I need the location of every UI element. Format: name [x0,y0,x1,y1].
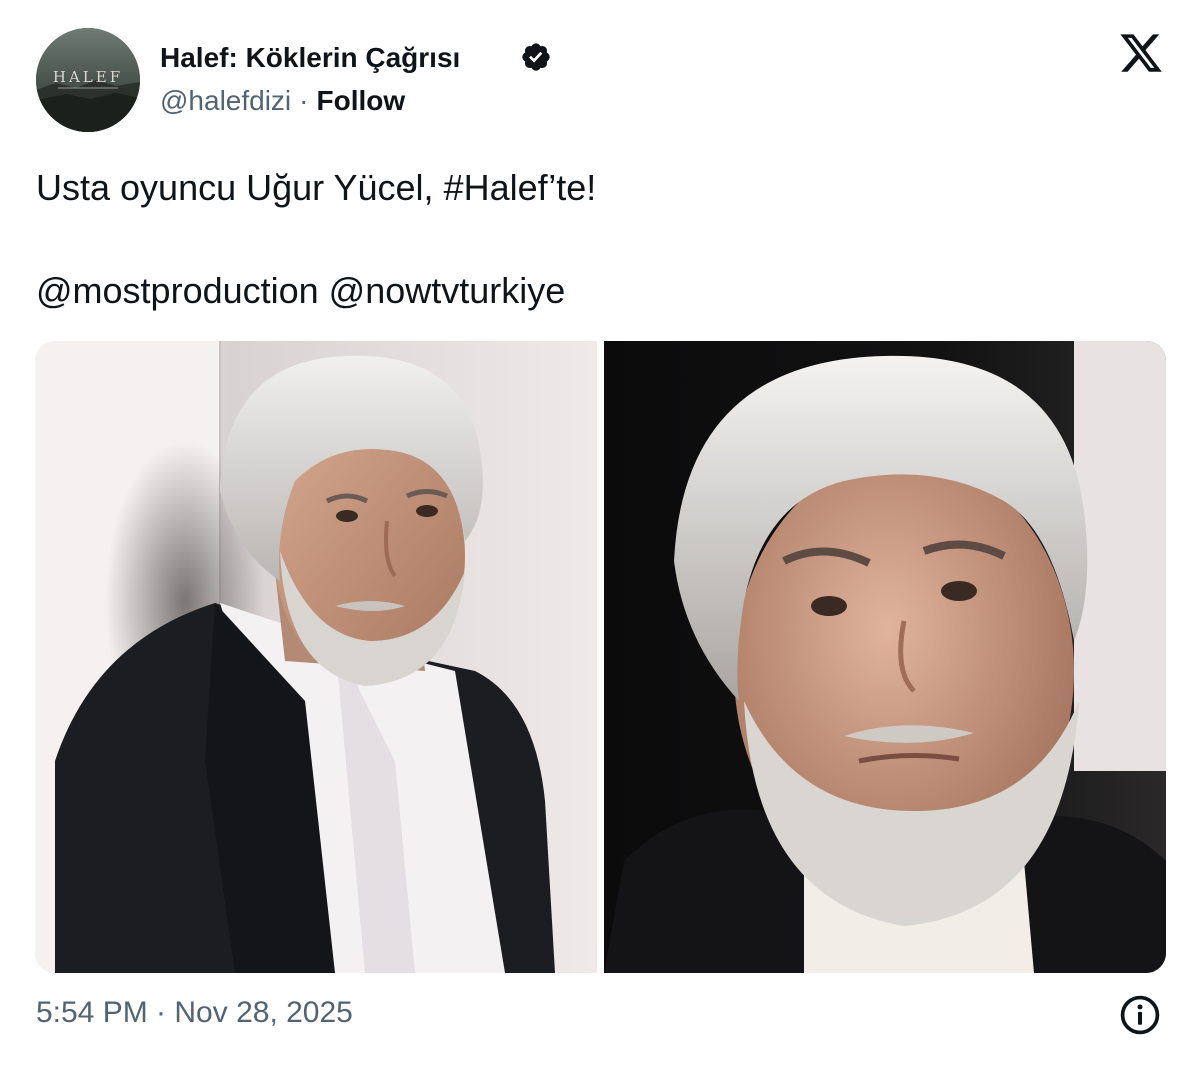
tweet-mentions[interactable]: @mostproduction @nowtvturkiye [36,271,565,311]
tweet-text: Usta oyuncu Uğur Yücel, #Halef’te! [36,167,597,208]
handle[interactable]: @halefdizi [160,85,291,116]
portrait-photo-2 [604,341,1166,973]
tweet-card: HALEF Halef: Köklerin Çağrısı @halefdizi… [0,0,1200,1073]
follow-button[interactable]: Follow [316,85,405,116]
avatar[interactable]: HALEF [36,28,140,132]
avatar-logo-text: HALEF [53,68,123,86]
photo-2[interactable] [604,341,1166,973]
portrait-photo-1 [35,341,597,973]
handle-row: @halefdizi · Follow [160,83,405,119]
separator-dot: · [299,85,309,116]
halef-logo-icon: HALEF [36,28,140,132]
display-name[interactable]: Halef: Köklerin Çağrısı [160,40,460,76]
photo-1[interactable] [35,341,597,973]
x-logo-icon[interactable] [1117,30,1165,76]
verified-badge-icon [522,43,550,71]
media-grid [35,341,1166,973]
tweet-timestamp[interactable]: 5:54 PM · Nov 28, 2025 [36,995,353,1031]
info-icon[interactable] [1118,993,1162,1037]
